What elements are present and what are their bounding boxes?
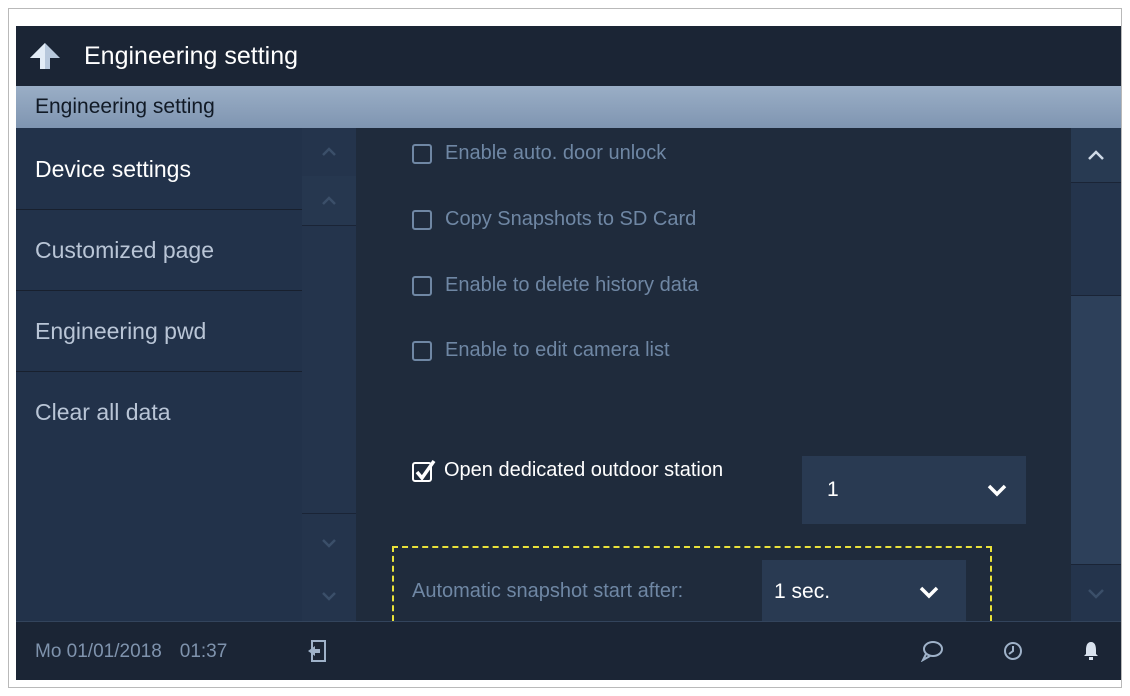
back-button[interactable] [16, 26, 68, 86]
chevron-down-icon [919, 586, 939, 598]
checkbox[interactable] [412, 209, 432, 230]
title-bar: Engineering setting [16, 26, 1121, 86]
option-label: Open dedicated outdoor station [444, 459, 724, 481]
settings-menu: Device settings Customized page Engineer… [16, 128, 302, 621]
bell-icon [1084, 642, 1098, 660]
option-copy-snapshots[interactable]: Copy Snapshots to SD Card [412, 208, 696, 231]
checkbox[interactable] [412, 340, 432, 361]
option-auto-door-unlock[interactable]: Enable auto. door unlock [412, 142, 666, 165]
content-scroll-thumb[interactable] [1071, 295, 1121, 565]
option-label: Enable to edit camera list [445, 339, 670, 361]
back-arrow-icon [30, 43, 60, 69]
checkbox[interactable] [412, 143, 432, 164]
status-time: 01:37 [179, 641, 228, 662]
status-date: Mo 01/01/2018 [35, 641, 162, 662]
clock-icon [1004, 642, 1022, 660]
message-icon [920, 641, 943, 662]
menu-item-clear-all-data[interactable]: Clear all data [16, 372, 302, 453]
menu-scroll-page-down[interactable] [302, 513, 356, 571]
content-scrollbar[interactable] [1071, 128, 1121, 621]
checkbox-checked[interactable] [412, 459, 436, 482]
page-title: Engineering setting [84, 41, 299, 70]
content-scroll-down-button[interactable] [1071, 565, 1121, 621]
panel-screen: Engineering setting Engineering setting … [16, 26, 1121, 680]
history-button[interactable] [999, 636, 1027, 666]
chevron-down-icon [322, 592, 336, 601]
check-icon [412, 459, 436, 482]
snapshot-delay-select[interactable]: 1 sec. [762, 560, 966, 623]
option-delete-history[interactable]: Enable to delete history data [412, 274, 699, 297]
menu-item-engineering-pwd[interactable]: Engineering pwd [16, 291, 302, 372]
option-label: Copy Snapshots to SD Card [445, 208, 697, 230]
logout-icon [308, 640, 326, 662]
select-value: 1 sec. [774, 579, 831, 603]
snapshot-delay-label: Automatic snapshot start after: [412, 580, 684, 602]
menu-scroll-track [302, 226, 356, 513]
option-label: Enable to delete history data [445, 274, 699, 296]
menu-item-device-settings[interactable]: Device settings [16, 128, 302, 210]
menu-scroll-up-button[interactable] [302, 128, 356, 176]
chevron-up-icon [322, 147, 336, 156]
chevron-down-icon [322, 538, 336, 548]
chevron-up-icon [1088, 149, 1104, 160]
content-scroll-up-button[interactable] [1071, 128, 1121, 183]
select-value: 1 [827, 478, 839, 501]
messages-button[interactable] [918, 636, 946, 666]
menu-item-customized-page[interactable]: Customized page [16, 210, 302, 291]
status-datetime: Mo 01/01/2018 01:37 [35, 641, 227, 663]
menu-scrollbar[interactable] [302, 128, 356, 621]
logout-button[interactable] [303, 636, 331, 666]
option-edit-camera-list[interactable]: Enable to edit camera list [412, 339, 670, 362]
menu-scroll-page-up[interactable] [302, 176, 356, 226]
checkbox[interactable] [412, 275, 432, 296]
option-label: Enable auto. door unlock [445, 142, 667, 164]
section-title: Engineering setting [16, 86, 1121, 128]
outdoor-station-select[interactable]: 1 [802, 456, 1026, 524]
content-scroll-track [1071, 183, 1121, 295]
menu-scroll-down-button[interactable] [302, 571, 356, 621]
chevron-down-icon [1088, 588, 1104, 599]
chevron-down-icon [987, 484, 1007, 497]
alarm-button[interactable] [1077, 636, 1105, 666]
status-bar: Mo 01/01/2018 01:37 [16, 621, 1121, 680]
chevron-up-icon [322, 195, 336, 205]
option-dedicated-outdoor-station[interactable]: Open dedicated outdoor station [412, 459, 723, 482]
settings-content: Enable auto. door unlock Copy Snapshots … [356, 128, 1071, 631]
